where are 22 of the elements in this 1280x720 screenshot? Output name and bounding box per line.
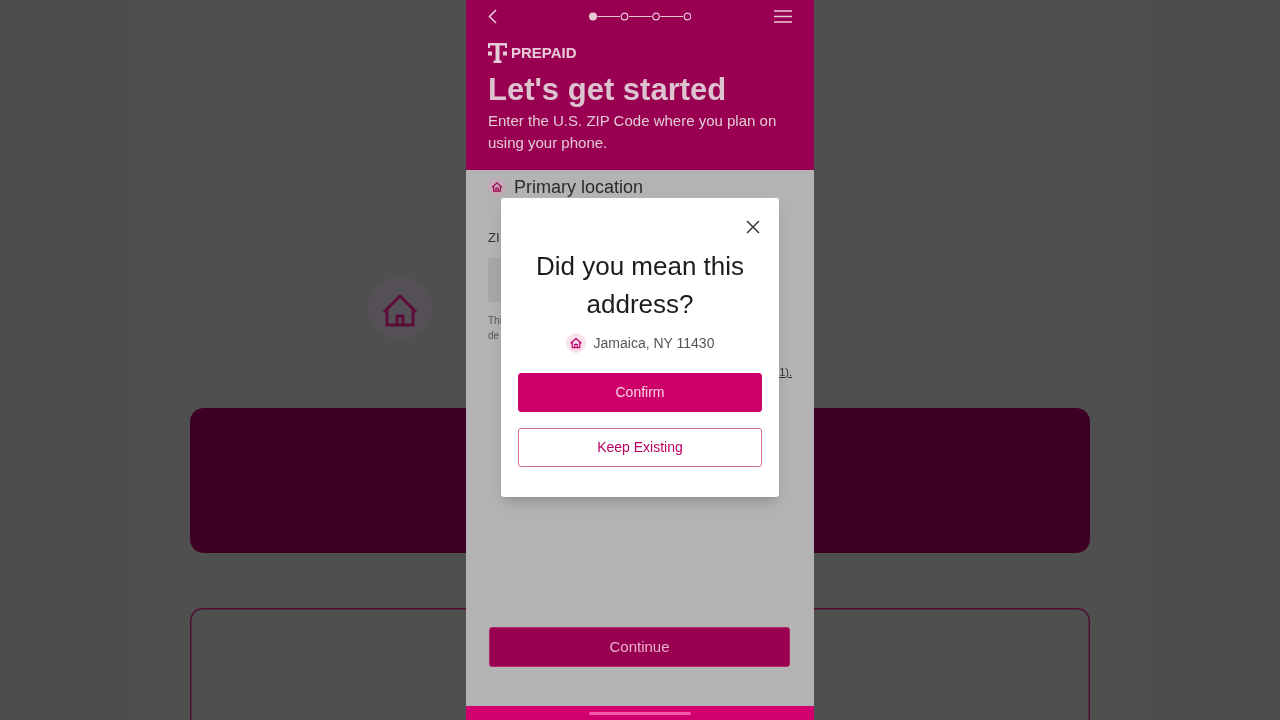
step-connector-line — [659, 15, 684, 17]
page-title: Let's get started — [488, 72, 728, 108]
brand-name: PREPAID — [511, 43, 577, 63]
menu-icon[interactable] — [774, 9, 792, 23]
back-icon[interactable] — [488, 8, 497, 24]
page-subtitle: Enter the U.S. ZIP Code where you plan on using your phone. — [488, 111, 778, 153]
dialog-title: Did you mean this address? — [534, 250, 746, 321]
step-connector-line — [628, 15, 652, 17]
input-field[interactable] — [488, 258, 501, 302]
note-text: Thi de — [488, 314, 502, 343]
confirm-button[interactable]: Confirm — [518, 373, 762, 412]
home-icon — [565, 333, 586, 353]
continue-button[interactable]: Continue — [489, 627, 790, 667]
field-label: ZI — [488, 230, 500, 246]
keep-existing-button[interactable]: Keep Existing — [518, 428, 762, 467]
address-text: Jamaica, NY 11430 — [593, 334, 715, 353]
link-text[interactable]: 1). — [779, 366, 792, 378]
home-icon — [488, 178, 506, 196]
close-icon[interactable] — [746, 220, 760, 234]
logo-icon — [488, 43, 507, 63]
step-connector-line — [596, 15, 621, 17]
section-title: Primary location — [514, 178, 644, 196]
